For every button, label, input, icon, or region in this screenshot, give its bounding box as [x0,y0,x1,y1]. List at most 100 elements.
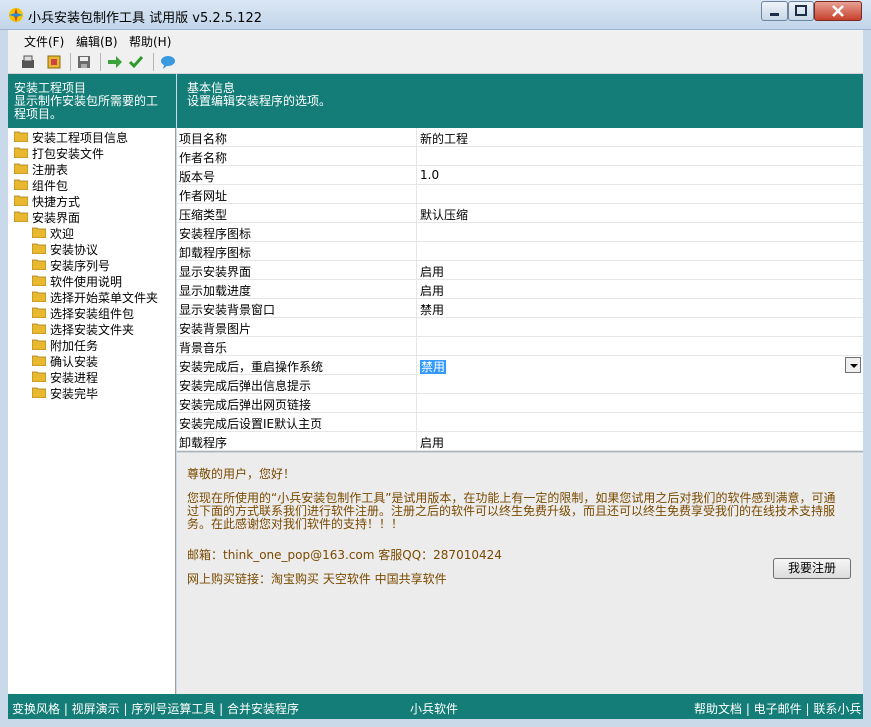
tree-item-label: 确认安装 [50,355,99,369]
property-row[interactable]: 作者网址 [177,185,863,204]
property-row[interactable]: 安装完成后设置IE默认主页 [177,413,863,432]
folder-icon [32,227,46,238]
chat-bubble-icon[interactable] [160,54,176,70]
tree-item-label: 打包安装文件 [32,147,105,161]
dropdown-arrow-icon[interactable] [845,357,861,373]
property-row[interactable]: 显示加载进度 启用 [177,280,863,299]
folder-icon [32,275,46,286]
property-key: 显示安装背景窗口 [177,299,417,318]
property-value[interactable] [418,375,863,394]
notice-line-3: 务。在此感谢您对我们软件的支持！！！ [187,517,404,531]
right-panel-header: 基本信息 设置编辑安装程序的选项。 [177,74,863,128]
property-value[interactable]: 禁用 [418,299,863,318]
property-value[interactable] [418,413,863,432]
property-row[interactable]: 项目名称 新的工程 [177,128,863,147]
tree-item-label: 安装序列号 [50,259,111,273]
close-icon [832,5,844,17]
folder-icon [32,355,46,366]
property-value[interactable]: 新的工程 [418,128,863,147]
folder-icon [32,291,46,302]
property-row[interactable]: 压缩类型 默认压缩 [177,204,863,223]
tree-item-label: 选择安装文件夹 [50,323,135,337]
property-key: 作者网址 [177,185,417,204]
property-value[interactable]: 启用 [418,280,863,299]
property-value[interactable]: 默认压缩 [418,204,863,223]
property-key: 显示加载进度 [177,280,417,299]
property-key: 安装完成后，重启操作系统 [177,356,417,375]
property-key: 安装完成后弹出信息提示 [177,375,417,394]
close-button[interactable] [814,1,862,21]
property-value[interactable]: 启用 [418,432,863,451]
property-row[interactable]: 卸载程序图标 [177,242,863,261]
property-value[interactable]: 1.0 [418,166,863,185]
left-panel-header: 安装工程项目 显示制作安装包所需要的工 程项目。 [8,74,176,128]
property-key: 背景音乐 [177,337,417,356]
folder-icon [32,371,46,382]
property-value[interactable] [418,394,863,413]
property-key: 安装完成后设置IE默认主页 [177,413,417,432]
folder-icon [32,243,46,254]
tree-item-label: 快捷方式 [32,195,81,209]
right-panel-desc: 设置编辑安装程序的选项。 [187,94,332,108]
tree-item-label: 注册表 [32,163,69,177]
folder-icon [14,211,28,222]
property-value[interactable] [418,337,863,356]
open-project-icon[interactable] [46,54,62,70]
toolbar-separator [153,53,154,71]
property-value[interactable]: 启用 [418,261,863,280]
maximize-button[interactable] [788,1,814,21]
toolbar [8,50,863,74]
property-row[interactable]: 安装完成后弹出信息提示 [177,375,863,394]
tree-item-label: 安装工程项目信息 [32,131,129,145]
property-value[interactable] [418,223,863,242]
tree-item-label: 安装完毕 [50,387,99,401]
menu-edit[interactable]: 编辑(B) [76,33,118,50]
property-key: 作者名称 [177,147,417,166]
property-row[interactable]: 版本号 1.0 [177,166,863,185]
left-panel-desc-2: 程项目。 [14,107,63,121]
property-row[interactable]: 背景音乐 [177,337,863,356]
property-row[interactable]: 安装完成后，重启操作系统 禁用 [177,356,863,375]
tree-item-label: 选择开始菜单文件夹 [50,291,159,305]
notice-buy-links[interactable]: 网上购买链接：淘宝购买 天空软件 中国共享软件 [187,573,447,586]
trial-notice: 尊敬的用户，您好！ 您现在所使用的“小兵安装包制作工具”是试用版本，在功能上有一… [177,453,863,694]
property-row[interactable]: 显示安装界面 启用 [177,261,863,280]
property-row[interactable]: 安装背景图片 [177,318,863,337]
status-brand: 小兵软件 [410,702,459,716]
minimize-button[interactable] [761,1,788,21]
folder-icon [32,307,46,318]
property-key: 显示安装界面 [177,261,417,280]
menu-file[interactable]: 文件(F) [24,33,64,50]
check-icon[interactable] [128,54,144,70]
property-grid: 项目名称 新的工程 作者名称 版本号 1.0 作者网址 压缩类型 默认压缩 安装程序图标 卸载程序… [177,128,863,452]
folder-icon [32,339,46,350]
property-value-combo[interactable]: 禁用 [418,356,863,375]
property-key: 卸载程序图标 [177,242,417,261]
folder-icon [14,163,28,174]
folder-icon [14,131,28,142]
notice-contact: 邮箱：think_one_pop@163.com 客服QQ：287010424 [187,548,502,562]
project-tree-panel: 安装工程项目 显示制作安装包所需要的工 程项目。 安装工程项目信息 打包安装文件注… [8,74,176,694]
build-arrow-icon[interactable] [107,54,123,70]
status-left-links[interactable]: 变换风格 | 视屏演示 | 序列号运算工具 | 合并安装程序 [12,700,299,717]
property-row[interactable]: 安装完成后弹出网页链接 [177,394,863,413]
register-button[interactable]: 我要注册 [773,558,851,579]
toolbar-separator [70,53,71,71]
property-value[interactable] [418,147,863,166]
save-icon[interactable] [76,54,92,70]
property-row[interactable]: 显示安装背景窗口 禁用 [177,299,863,318]
new-project-icon[interactable] [20,54,36,70]
property-row[interactable]: 作者名称 [177,147,863,166]
property-value[interactable] [418,318,863,337]
tree-item-label: 附加任务 [50,339,99,353]
window-title: 小兵安装包制作工具 试用版 v5.2.5.122 [28,11,262,26]
property-key: 安装完成后弹出网页链接 [177,394,417,413]
tree-item-label: 选择安装组件包 [50,307,135,321]
property-row[interactable]: 卸载程序 启用 [177,432,863,451]
menu-help[interactable]: 帮助(H) [129,33,171,50]
tree-item-label: 安装界面 [32,211,81,225]
property-value[interactable] [418,242,863,261]
status-right-links[interactable]: 帮助文档 | 电子邮件 | 联系小兵 [694,700,861,717]
property-row[interactable]: 安装程序图标 [177,223,863,242]
property-value[interactable] [418,185,863,204]
